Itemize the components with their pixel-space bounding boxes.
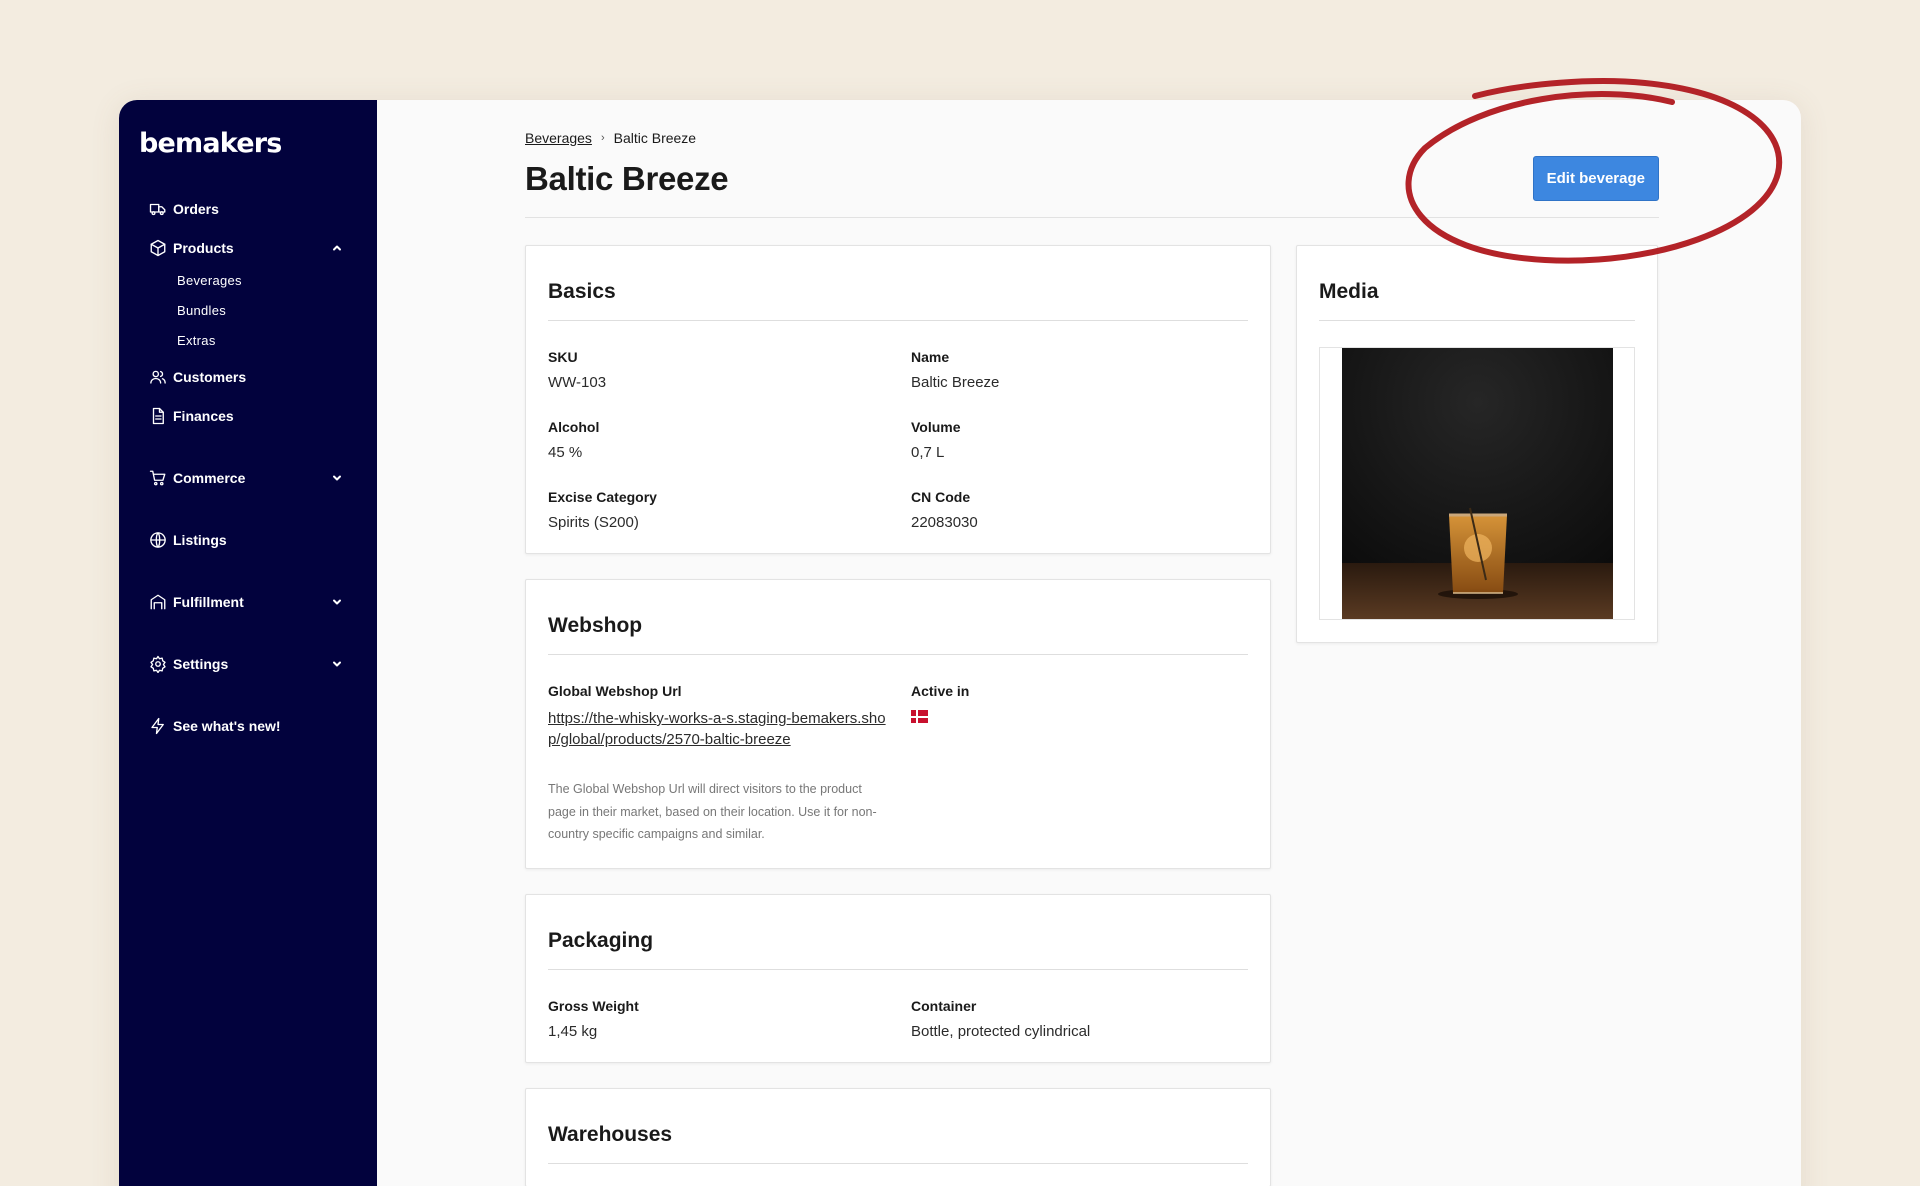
cube-icon (149, 239, 167, 257)
left-column: Basics SKU WW-103 Name Baltic Breeze Alc… (525, 245, 1271, 1186)
bolt-icon (149, 717, 167, 735)
field-volume: Volume 0,7 L (911, 419, 1248, 461)
sidebar-item-label: Customers (173, 368, 247, 385)
field-value: WW-103 (548, 374, 607, 391)
field-cn-code: CN Code 22083030 (911, 489, 1248, 531)
card-title: Basics (548, 246, 1248, 321)
card-title: Packaging (548, 895, 1248, 970)
sidebar-item-label: See what's new! (173, 717, 281, 734)
chevron-up-icon[interactable] (331, 242, 343, 254)
edit-beverage-button[interactable]: Edit beverage (1532, 156, 1659, 201)
cart-icon (149, 469, 167, 487)
packaging-card: Packaging Gross Weight 1,45 kg Container… (525, 893, 1271, 1063)
field-gross-weight: Gross Weight 1,45 kg (548, 998, 911, 1040)
chevron-down-icon[interactable] (331, 596, 343, 608)
warehouse-icon (149, 593, 167, 611)
field-value: Baltic Breeze (911, 374, 1000, 391)
globe-icon (149, 531, 167, 549)
sidebar-subitem-bundles[interactable]: Bundles (177, 295, 357, 325)
sidebar-item-products[interactable]: Products (139, 228, 357, 267)
breadcrumb-link-beverages[interactable]: Beverages (525, 130, 592, 146)
chevron-down-icon[interactable] (331, 472, 343, 484)
sidebar-item-label: Fulfillment (173, 593, 244, 610)
app-window: bemakers Orders Products Beverages Bundl… (119, 100, 1801, 1186)
help-text: The Global Webshop Url will direct visit… (548, 782, 877, 841)
webshop-card: Webshop Global Webshop Url https://the-w… (525, 579, 1271, 869)
sidebar-item-label: Commerce (173, 469, 246, 486)
field-label: Gross Weight (548, 997, 639, 1014)
field-global-webshop-url: Global Webshop Url https://the-whisky-wo… (548, 683, 911, 846)
users-icon (149, 368, 167, 386)
sidebar-item-commerce[interactable]: Commerce (139, 458, 357, 497)
truck-icon (149, 200, 167, 218)
document-icon (149, 407, 167, 425)
basics-fields: SKU WW-103 Name Baltic Breeze Alcohol 45… (548, 321, 1248, 531)
chevron-down-icon[interactable] (331, 658, 343, 670)
field-excise-category: Excise Category Spirits (S200) (548, 489, 911, 531)
page-header: Baltic Breeze Edit beverage (525, 156, 1659, 218)
field-label: Global Webshop Url (548, 683, 682, 699)
media-frame (1319, 347, 1635, 620)
field-value: Spirits (S200) (548, 514, 639, 531)
product-image[interactable] (1341, 348, 1613, 619)
sidebar-item-fulfillment[interactable]: Fulfillment (139, 582, 357, 621)
page-title: Baltic Breeze (525, 159, 729, 197)
chevron-right-icon: › (600, 132, 605, 144)
webshop-url-link[interactable]: https://the-whisky-works-a-s.staging-bem… (548, 708, 888, 750)
field-label: Volume (911, 419, 961, 435)
field-label: CN Code (911, 489, 971, 505)
sidebar-item-settings[interactable]: Settings (139, 644, 357, 683)
sidebar-item-label: Settings (173, 655, 229, 672)
sidebar: bemakers Orders Products Beverages Bundl… (119, 100, 377, 1186)
breadcrumb-current: Baltic Breeze (613, 130, 697, 146)
card-title: Media (1319, 246, 1635, 321)
field-label: Alcohol (548, 419, 600, 435)
sidebar-subitem-beverages[interactable]: Beverages (177, 265, 357, 295)
sidebar-item-listings[interactable]: Listings (139, 520, 357, 559)
field-label: SKU (548, 349, 578, 365)
warehouses-card: Warehouses (525, 1087, 1271, 1186)
sidebar-item-label: Finances (173, 407, 234, 424)
field-value: Bottle, protected cylindrical (911, 1022, 1091, 1040)
field-alcohol: Alcohol 45 % (548, 419, 911, 461)
field-value: 22083030 (911, 514, 978, 531)
field-value: 45 % (548, 444, 583, 461)
products-subnav: Beverages Bundles Extras (139, 265, 357, 355)
brand-logo[interactable]: bemakers (139, 128, 357, 159)
card-title: Webshop (548, 580, 1248, 655)
webshop-fields: Global Webshop Url https://the-whisky-wo… (548, 655, 1248, 846)
main-content: Beverages › Baltic Breeze Baltic Breeze … (377, 100, 1801, 1186)
basics-card: Basics SKU WW-103 Name Baltic Breeze Alc… (525, 245, 1271, 554)
breadcrumb: Beverages › Baltic Breeze (525, 128, 1801, 148)
right-column: Media (1296, 245, 1658, 1186)
content-grid: Basics SKU WW-103 Name Baltic Breeze Alc… (525, 245, 1801, 1186)
field-label: Container (911, 997, 977, 1014)
field-label: Name (911, 349, 950, 365)
field-container: Container Bottle, protected cylindrical (911, 998, 1248, 1040)
sidebar-item-finances[interactable]: Finances (139, 396, 357, 435)
sidebar-item-label: Listings (173, 531, 227, 548)
sidebar-item-customers[interactable]: Customers (139, 357, 357, 396)
denmark-flag-icon (911, 710, 928, 723)
field-label: Excise Category (548, 489, 657, 505)
packaging-fields: Gross Weight 1,45 kg Container Bottle, p… (548, 970, 1248, 1040)
gear-icon (149, 655, 167, 673)
card-title: Warehouses (548, 1089, 1248, 1164)
sidebar-item-label: Orders (173, 200, 219, 217)
field-sku: SKU WW-103 (548, 349, 911, 391)
field-name: Name Baltic Breeze (911, 349, 1248, 391)
field-value: 0,7 L (911, 444, 945, 461)
sidebar-item-orders[interactable]: Orders (139, 189, 357, 228)
media-card: Media (1296, 245, 1658, 643)
field-value: 1,45 kg (548, 1022, 598, 1040)
field-label: Active in (911, 683, 970, 699)
sidebar-item-whats-new[interactable]: See what's new! (139, 706, 357, 745)
sidebar-subitem-extras[interactable]: Extras (177, 325, 357, 355)
field-active-in: Active in (911, 683, 1248, 846)
sidebar-item-label: Products (173, 239, 234, 256)
